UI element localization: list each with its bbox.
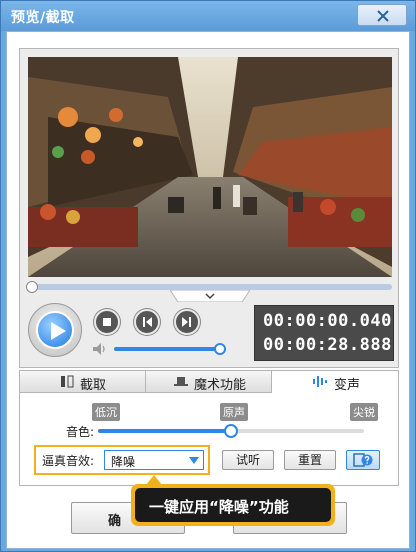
- effect-selected-value: 降噪: [111, 455, 136, 469]
- tab-magic[interactable]: 魔术功能: [146, 371, 272, 393]
- dialog-body: 00:00:00.040 00:00:28.888 截取 魔术功能 变声 低沉 …: [6, 31, 410, 549]
- current-time: 00:00:00.040: [263, 311, 392, 331]
- edit-tabs-panel: 截取 魔术功能 变声 低沉 原声 尖锐 音色: 逼真音效: 降噪 试听 重置: [19, 370, 399, 486]
- previous-frame-button[interactable]: [134, 309, 160, 335]
- confirm-label: 确: [108, 514, 122, 529]
- timecode-display: 00:00:00.040 00:00:28.888: [254, 305, 394, 361]
- sound-wave-icon: [313, 376, 327, 387]
- preview-crop-window: 预览/截取 00:00:00.040 00:00:28.888 截取 魔术功能 …: [0, 0, 416, 552]
- tab-crop[interactable]: 截取: [20, 371, 146, 393]
- tab-magic-label: 魔术功能: [194, 378, 247, 393]
- street-scene-image: [28, 57, 392, 277]
- stop-button[interactable]: [94, 309, 120, 335]
- volume-slider[interactable]: [114, 347, 226, 351]
- pitch-slider-fill: [98, 429, 231, 433]
- total-time: 00:00:28.888: [263, 335, 392, 355]
- tooltip-text: 一键应用“降噪”功能: [149, 498, 289, 516]
- effect-field-label: 逼真音效:: [42, 454, 95, 468]
- video-preview[interactable]: [28, 57, 392, 277]
- close-button[interactable]: [357, 4, 407, 26]
- tab-voice-change[interactable]: 变声: [272, 371, 398, 393]
- help-icon: [353, 453, 373, 467]
- pitch-low-label: 低沉: [92, 403, 120, 421]
- play-icon: [51, 322, 66, 340]
- volume-handle[interactable]: [214, 343, 227, 355]
- help-button[interactable]: [346, 450, 380, 470]
- speaker-icon[interactable]: [92, 342, 108, 356]
- pitch-high-label: 尖锐: [350, 403, 378, 421]
- film-cut-icon: [61, 375, 74, 388]
- tab-bar: 截取 魔术功能 变声: [20, 371, 398, 393]
- seek-handle[interactable]: [26, 281, 38, 293]
- dropdown-arrow-icon: [189, 457, 199, 464]
- title-bar[interactable]: 预览/截取: [1, 1, 415, 31]
- window-title: 预览/截取: [11, 10, 75, 26]
- preview-listen-button[interactable]: 试听: [222, 450, 274, 470]
- pitch-original-label: 原声: [220, 403, 248, 421]
- stop-icon: [103, 318, 111, 326]
- magic-hat-icon: [174, 377, 188, 386]
- effect-dropdown[interactable]: 降噪: [104, 450, 204, 470]
- collapse-toggle[interactable]: [170, 290, 250, 302]
- play-button[interactable]: [28, 303, 82, 357]
- feature-tooltip: 一键应用“降噪”功能: [131, 475, 335, 526]
- tab-voice-change-label: 变声: [334, 378, 361, 393]
- player-panel: 00:00:00.040 00:00:28.888: [19, 48, 399, 368]
- tab-crop-label: 截取: [80, 378, 107, 393]
- next-frame-button[interactable]: [174, 309, 200, 335]
- close-icon: [377, 10, 389, 22]
- reset-button[interactable]: 重置: [284, 450, 336, 470]
- step-back-icon: [143, 317, 152, 327]
- tooltip-pointer: [146, 475, 162, 485]
- pitch-handle[interactable]: [224, 424, 238, 438]
- pitch-field-label: 音色:: [66, 425, 95, 439]
- step-forward-icon: [182, 317, 191, 327]
